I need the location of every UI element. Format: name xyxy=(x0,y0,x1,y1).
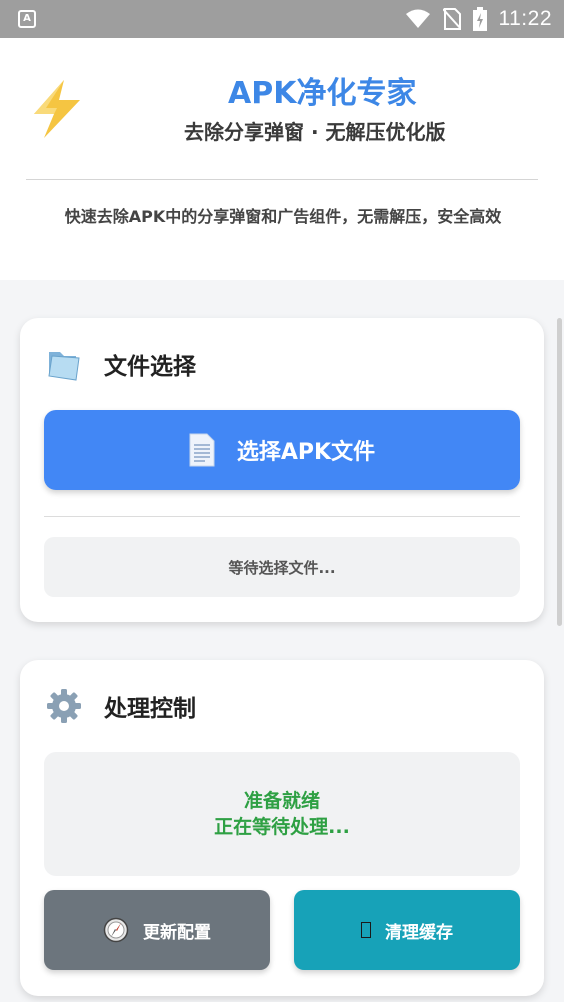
lightning-bolt-icon xyxy=(34,80,80,138)
app-title: APK净化专家 xyxy=(228,76,417,111)
process-card-title: 处理控制 xyxy=(104,696,196,722)
document-icon xyxy=(189,433,215,467)
gear-icon xyxy=(47,689,81,723)
a-notification-icon: A xyxy=(18,10,36,28)
file-card-header: 文件选择 xyxy=(46,346,196,382)
file-card-divider xyxy=(44,516,520,517)
process-card-header: 处理控制 xyxy=(46,688,196,724)
update-config-button[interactable]: 更新配置 xyxy=(44,890,270,970)
select-apk-label: 选择APK文件 xyxy=(236,440,376,465)
scrollbar[interactable] xyxy=(557,318,562,626)
update-config-label: 更新配置 xyxy=(143,922,211,943)
process-status-waiting: 正在等待处理... xyxy=(214,816,350,838)
clear-cache-label: 清理缓存 xyxy=(385,922,453,943)
status-icons: 11:22 xyxy=(405,0,553,38)
process-control-card: 处理控制 准备就绪 正在等待处理... 更新配置 清理缓存 xyxy=(20,660,544,996)
status-bar: A 11:22 xyxy=(0,0,564,38)
compass-icon xyxy=(103,917,129,943)
select-apk-button[interactable]: 选择APK文件 xyxy=(44,410,520,490)
folder-icon xyxy=(48,352,80,381)
battery-charging-icon xyxy=(472,7,487,31)
app-header: APK净化专家 去除分享弹窗 · 无解压优化版 快速去除APK中的分享弹窗和广告… xyxy=(0,38,564,280)
no-sim-icon xyxy=(442,8,461,30)
clear-cache-button[interactable]: 清理缓存 xyxy=(294,890,520,970)
missing-glyph-icon xyxy=(361,922,371,938)
file-selection-card: 文件选择 选择APK文件 等待选择文件... xyxy=(20,318,544,622)
clock: 11:22 xyxy=(498,7,552,30)
app-description: 快速去除APK中的分享弹窗和广告组件，无需解压，安全高效 xyxy=(64,207,502,226)
app-subtitle: 去除分享弹窗 · 无解压优化版 xyxy=(184,120,446,144)
file-status: 等待选择文件... xyxy=(44,537,520,597)
file-card-title: 文件选择 xyxy=(104,354,196,380)
process-status-ready: 准备就绪 xyxy=(243,790,320,812)
wifi-icon xyxy=(405,9,430,28)
process-status: 准备就绪 正在等待处理... xyxy=(44,752,520,876)
header-divider xyxy=(26,179,538,180)
